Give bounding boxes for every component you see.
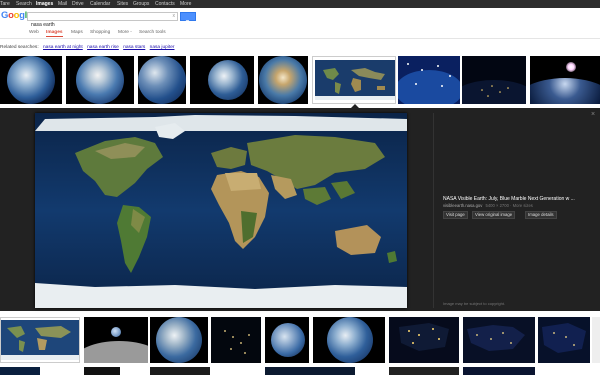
related-link-earth-rise[interactable]: nasa earth rise: [87, 45, 119, 50]
copyright-notice: Image may be subject to copyright.: [443, 301, 506, 306]
image-thumbnail[interactable]: [150, 367, 210, 375]
preview-source-domain[interactable]: visibleearth.nasa.gov: [443, 203, 482, 208]
related-link-jupiter[interactable]: nasa jupiter: [150, 45, 175, 50]
earth-at-night-thumbnail: [542, 323, 586, 353]
image-thumbnail[interactable]: [265, 367, 355, 375]
image-thumbnail[interactable]: [463, 367, 535, 375]
topbar-item-groups[interactable]: Groups: [133, 0, 149, 8]
preview-title[interactable]: NASA Visible Earth: July, Blue Marble Ne…: [443, 196, 575, 202]
image-thumbnail[interactable]: [389, 317, 459, 363]
world-map-image: [35, 113, 407, 308]
tab-search-tools[interactable]: Search tools: [139, 29, 166, 36]
topbar-item-search[interactable]: Search: [16, 0, 32, 8]
image-thumbnail[interactable]: [138, 56, 186, 104]
related-searches-label: Related searches:: [0, 45, 39, 50]
preview-meta[interactable]: 5400 × 2700 · More sizes: [486, 203, 533, 208]
clear-search-icon[interactable]: x: [173, 13, 176, 20]
image-thumbnail[interactable]: [84, 367, 120, 375]
image-thumbnail[interactable]: [84, 317, 148, 363]
image-thumbnail[interactable]: [0, 56, 62, 104]
tab-more[interactable]: More -: [118, 29, 132, 36]
preview-divider: [433, 113, 434, 308]
earth-at-night-thumbnail: [224, 330, 250, 354]
search-input[interactable]: [28, 21, 161, 29]
image-thumbnail[interactable]: [265, 317, 309, 363]
tab-images[interactable]: Images: [46, 29, 63, 37]
earth-network-thumbnail: [398, 63, 460, 104]
topbar-item-drive[interactable]: Drive: [72, 0, 84, 8]
tabs-divider: [0, 38, 600, 39]
earth-at-night-thumbnail: [462, 80, 526, 104]
image-thumbnail[interactable]: [398, 56, 460, 104]
image-thumbnail[interactable]: [538, 317, 590, 363]
earth-at-night-thumbnail: [467, 325, 525, 351]
image-details-button[interactable]: Image details: [525, 211, 557, 219]
image-thumbnail[interactable]: [150, 317, 208, 363]
related-link-earth-at-night[interactable]: nasa earth at night: [43, 45, 83, 50]
image-thumbnail[interactable]: [592, 317, 600, 363]
tab-maps[interactable]: Maps: [71, 29, 83, 36]
top-navigation-bar: Tare Search Images Mail Drive Calendar S…: [0, 0, 600, 8]
image-thumbnail[interactable]: [0, 367, 40, 375]
search-button[interactable]: [180, 12, 196, 25]
image-thumbnail[interactable]: [462, 56, 526, 104]
image-thumbnail-selected[interactable]: [312, 56, 396, 104]
topbar-item-tare[interactable]: Tare: [0, 0, 10, 8]
preview-source: visibleearth.nasa.gov 5400 × 2700 · More…: [443, 203, 533, 208]
image-thumbnail[interactable]: [258, 56, 308, 104]
image-thumbnail[interactable]: [0, 317, 80, 363]
image-thumbnail[interactable]: [211, 317, 261, 363]
search-box: x: [27, 12, 178, 29]
world-map-thumbnail: [1, 320, 79, 360]
earth-at-night-thumbnail: [399, 323, 449, 351]
visit-page-button[interactable]: Visit page: [443, 211, 468, 219]
image-thumbnail[interactable]: [190, 56, 254, 104]
image-thumbnail[interactable]: [389, 367, 459, 375]
search-tabs: Web Images Maps Shopping More - Search t…: [0, 29, 600, 38]
related-searches: Related searches: nasa earth at night na…: [0, 45, 174, 50]
tab-web[interactable]: Web: [29, 29, 39, 36]
image-thumbnail[interactable]: [530, 56, 600, 104]
related-link-stars[interactable]: nasa stars: [123, 45, 145, 50]
image-thumbnail[interactable]: [66, 56, 134, 104]
view-original-image-button[interactable]: View original image: [472, 211, 516, 219]
topbar-item-mail[interactable]: Mail: [58, 0, 67, 8]
image-thumbnail[interactable]: [463, 317, 535, 363]
topbar-item-sites[interactable]: Sites: [117, 0, 128, 8]
close-icon[interactable]: ×: [591, 111, 595, 118]
magnifier-icon: [185, 19, 191, 25]
topbar-item-calendar[interactable]: Calendar: [90, 0, 110, 8]
preview-image[interactable]: [35, 113, 407, 308]
topbar-item-contacts[interactable]: Contacts: [155, 0, 175, 8]
world-map-thumbnail: [315, 60, 395, 100]
image-thumbnail[interactable]: [313, 317, 385, 363]
topbar-item-more[interactable]: More: [180, 0, 191, 8]
topbar-item-images[interactable]: Images: [36, 0, 53, 8]
tab-shopping[interactable]: Shopping: [90, 29, 110, 36]
